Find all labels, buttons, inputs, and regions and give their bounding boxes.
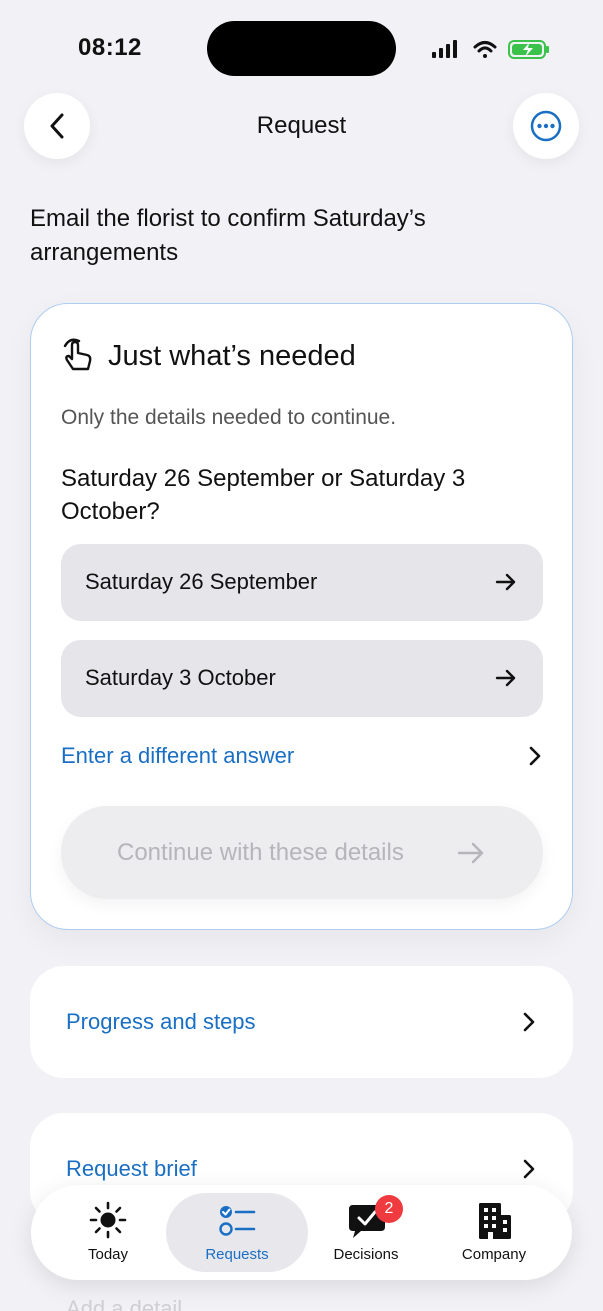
card-subtitle: Only the details needed to continue. [61,406,397,429]
chevron-right-icon [523,1012,535,1032]
ellipsis-circle-icon [530,110,562,142]
tab-requests[interactable]: Requests [166,1193,308,1272]
wifi-icon [473,41,497,58]
sun-icon [89,1201,127,1239]
arrow-right-icon [495,573,516,591]
continue-button[interactable]: Continue with these details [61,806,543,899]
tab-label: Requests [205,1246,269,1263]
row-label: Progress and steps [66,1009,256,1034]
option-label: Saturday 3 October [85,665,276,690]
question-text: Saturday 26 September or Saturday 3 Octo… [61,465,466,525]
different-answer-link[interactable]: Enter a different answer [61,741,543,773]
continue-label: Continue with these details [117,839,404,866]
signal-icon [432,40,457,58]
chevron-right-icon [529,746,541,766]
tab-decisions[interactable]: 2 Decisions [295,1193,437,1272]
more-options-button[interactable] [513,93,579,159]
dynamic-island [207,21,396,76]
status-time: 08:12 [78,34,142,61]
tab-label: Company [461,1246,527,1263]
tab-today[interactable]: Today [37,1193,179,1272]
status-bar: 08:12 [0,0,603,96]
chevron-right-icon [523,1159,535,1179]
card-title: Just what’s needed [108,340,356,372]
notification-badge: 2 [375,1195,403,1223]
option-button[interactable]: Saturday 3 October [61,640,543,717]
tab-label: Today [87,1246,129,1263]
tab-company[interactable]: Company [423,1193,565,1272]
request-heading: Email the florist to confirm Saturday’s … [30,205,426,266]
tab-bar: Today Requests 2 Decisions Company [31,1185,572,1280]
checklist-icon [219,1206,256,1236]
hand-tap-icon [63,338,92,371]
building-icon [479,1203,511,1239]
status-icons [432,40,549,59]
row-label: Request brief [66,1156,197,1181]
partially-hidden-row-label: Add a detail [66,1296,183,1311]
arrow-right-icon [457,842,484,864]
battery-icon [508,40,549,59]
tab-label: Decisions [333,1246,399,1263]
details-card: Just what’s needed Only the details need… [30,303,573,930]
option-button[interactable]: Saturday 26 September [61,544,543,621]
progress-and-steps-row[interactable]: Progress and steps [30,966,573,1078]
different-answer-label: Enter a different answer [61,743,295,768]
arrow-right-icon [495,669,516,687]
option-label: Saturday 26 September [85,569,318,594]
